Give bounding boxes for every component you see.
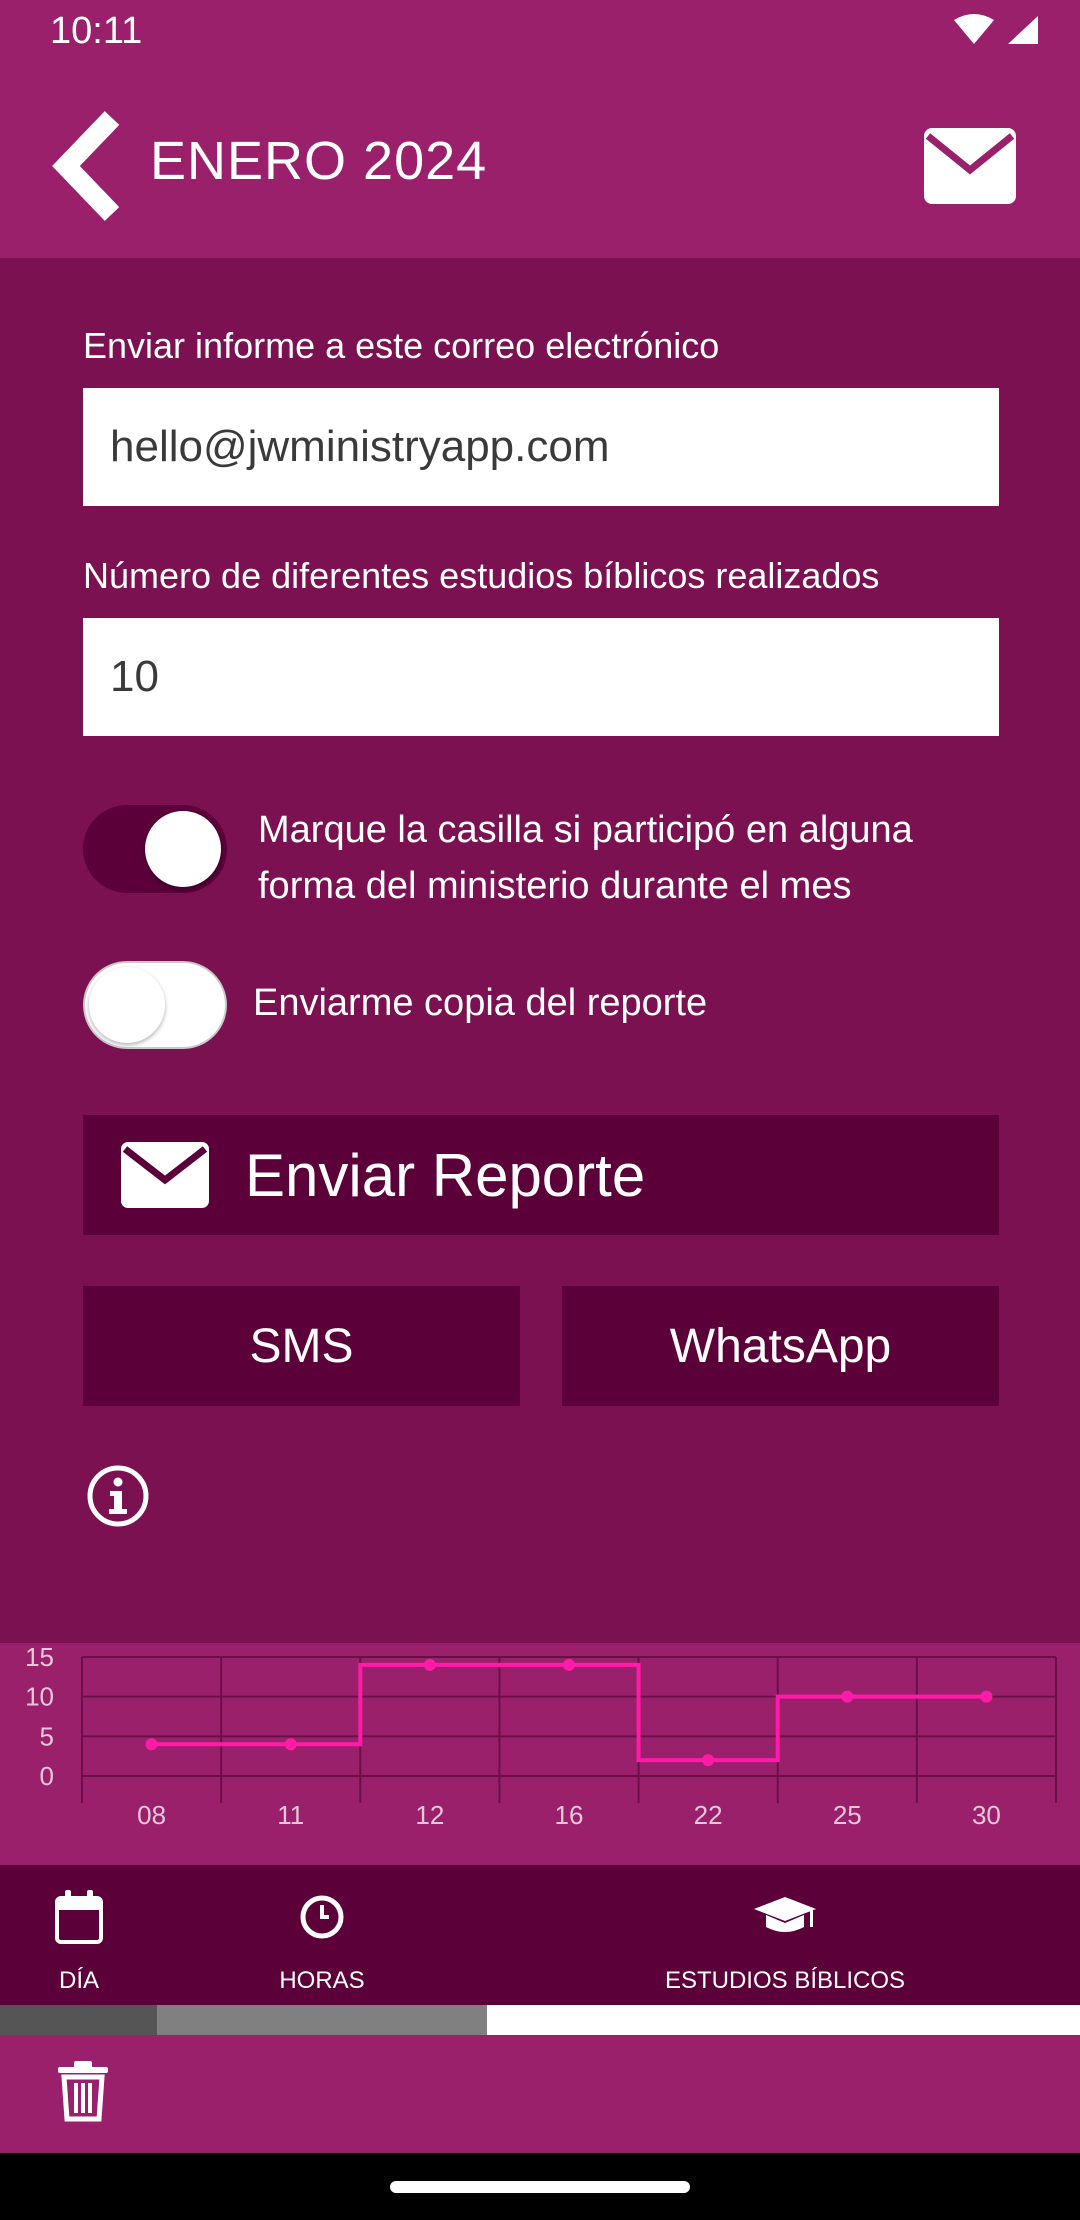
calendar-icon	[55, 1890, 103, 1944]
nav-label-hours: HORAS	[279, 1967, 365, 1994]
chart-ytick-label: 10	[25, 1682, 54, 1712]
toggle-knob	[145, 811, 221, 887]
send-copy-toggle[interactable]	[83, 961, 227, 1049]
chart-ytick-label: 15	[25, 1643, 54, 1672]
chart-data-point	[284, 1738, 297, 1751]
page-title: ENERO 2024	[150, 131, 488, 191]
nav-item-bible-studies[interactable]: ESTUDIOS BÍBLICOS	[640, 1865, 930, 2005]
chart-data-point	[145, 1738, 158, 1751]
chart-data-point	[563, 1658, 575, 1671]
chart-xtick-label: 12	[415, 1800, 444, 1830]
nav-label-bible-studies: ESTUDIOS BÍBLICOS	[664, 1967, 906, 1994]
chart-series-line	[151, 1662, 987, 1763]
nav-item-hours[interactable]: HORAS	[262, 1865, 382, 2005]
status-bar: 10:11	[0, 0, 1080, 66]
toggle-knob	[89, 967, 165, 1043]
whatsapp-button[interactable]: WhatsApp	[562, 1286, 999, 1406]
system-nav-bar	[0, 2153, 1080, 2220]
studies-count-field[interactable]: 10	[83, 618, 999, 736]
send-copy-toggle-label: Enviarme copia del reporte	[253, 982, 708, 1024]
chart-xtick-label: 08	[137, 1800, 166, 1830]
tab-indicator	[0, 2005, 1080, 2035]
send-report-label: Enviar Reporte	[245, 1141, 646, 1209]
tab-indicator-segment	[0, 2005, 157, 2035]
chart-xtick-label: 30	[972, 1800, 1001, 1830]
envelope-icon[interactable]	[922, 126, 1018, 206]
tab-indicator-segment	[157, 2005, 487, 2035]
graduation-cap-icon	[754, 1897, 816, 1932]
clock-icon	[300, 1895, 344, 1939]
email-label: Enviar informe a este correo electrónico	[83, 325, 720, 366]
chart-data-point	[841, 1690, 854, 1703]
chart-data-point	[980, 1690, 993, 1703]
wifi-icon	[954, 14, 994, 44]
nav-item-day[interactable]: DÍA	[20, 1865, 138, 2005]
home-indicator[interactable]	[390, 2181, 690, 2193]
status-icons	[952, 14, 1040, 46]
nav-label-day: DÍA	[58, 1967, 99, 1994]
chart-data-point	[423, 1658, 436, 1671]
chart-ytick-label: 0	[40, 1761, 54, 1791]
trash-icon[interactable]	[56, 2059, 110, 2123]
chart-ytick-label: 5	[40, 1721, 54, 1751]
chart-svg: 15 10 5 0 08 11 12 16 22 25 30	[25, 1642, 1057, 1830]
back-chevron-icon[interactable]	[52, 106, 132, 226]
participated-toggle[interactable]	[83, 805, 227, 893]
status-time: 10:11	[50, 10, 143, 52]
app-bar: ENERO 2024	[0, 66, 1080, 258]
chart-xtick-label: 11	[277, 1800, 304, 1830]
sms-button[interactable]: SMS	[83, 1286, 520, 1406]
send-report-button[interactable]: Enviar Reporte	[83, 1115, 999, 1235]
chart-xtick-label: 22	[694, 1800, 723, 1830]
email-field[interactable]: hello@jwministryapp.com	[83, 388, 999, 506]
studies-chart: 15 10 5 0 08 11 12 16 22 25 30	[0, 1642, 1080, 1865]
studies-label: Número de diferentes estudios bíblicos r…	[83, 555, 880, 596]
envelope-icon	[121, 1142, 209, 1208]
participated-toggle-label: Marque la casilla si participó en alguna…	[258, 809, 913, 907]
bottom-nav: DÍA HORAS ESTUDIOS BÍBLICOS	[0, 1865, 1080, 2005]
signal-icon	[1008, 16, 1038, 44]
chart-data-point	[702, 1754, 715, 1767]
info-circle-icon[interactable]	[86, 1464, 150, 1528]
chart-xtick-label: 16	[555, 1800, 584, 1830]
footer-bar	[0, 2035, 1080, 2153]
chart-xtick-label: 25	[833, 1800, 862, 1830]
